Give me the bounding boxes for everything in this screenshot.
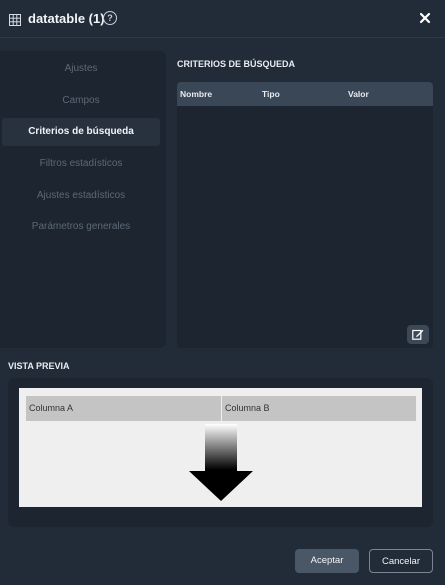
close-icon[interactable] <box>418 11 432 25</box>
sidebar-item-parametros-generales[interactable]: Parámetros generales <box>2 213 160 241</box>
criteria-table: Nombre Tipo Valor <box>177 82 433 348</box>
preview-column-b: Columna B <box>222 396 416 421</box>
cancel-button[interactable]: Cancelar <box>369 549 433 573</box>
edit-criteria-button[interactable] <box>407 325 429 344</box>
grid-icon <box>9 13 21 26</box>
dialog-title: datatable (1) <box>28 11 105 26</box>
sidebar-item-ajustes-estadisticos[interactable]: Ajustes estadísticos <box>2 182 160 210</box>
sidebar-item-ajustes[interactable]: Ajustes <box>2 55 160 83</box>
sidebar-item-criterios-de-busqueda[interactable]: Criterios de búsqueda <box>2 118 160 146</box>
column-header-tipo[interactable]: Tipo <box>262 82 280 106</box>
criteria-section-title: CRITERIOS DE BÚSQUEDA <box>177 59 296 69</box>
dialog-header: datatable (1) ? <box>0 0 445 38</box>
help-icon[interactable]: ? <box>103 11 117 25</box>
accept-button[interactable]: Aceptar <box>295 549 359 573</box>
sidebar-item-campos[interactable]: Campos <box>2 87 160 115</box>
column-header-valor[interactable]: Valor <box>348 82 369 106</box>
sidebar-item-filtros-estadisticos[interactable]: Filtros estadísticos <box>2 150 160 178</box>
settings-sidebar: Ajustes Campos Criterios de búsqueda Fil… <box>0 51 166 348</box>
arrow-down-icon <box>189 424 253 507</box>
criteria-table-header: Nombre Tipo Valor <box>177 82 433 106</box>
preview-canvas: Columna A Columna B <box>19 388 422 507</box>
column-header-nombre[interactable]: Nombre <box>180 82 212 106</box>
preview-panel: Columna A Columna B <box>8 378 433 527</box>
preview-section-title: VISTA PREVIA <box>8 361 70 371</box>
preview-column-a: Columna A <box>26 396 221 421</box>
